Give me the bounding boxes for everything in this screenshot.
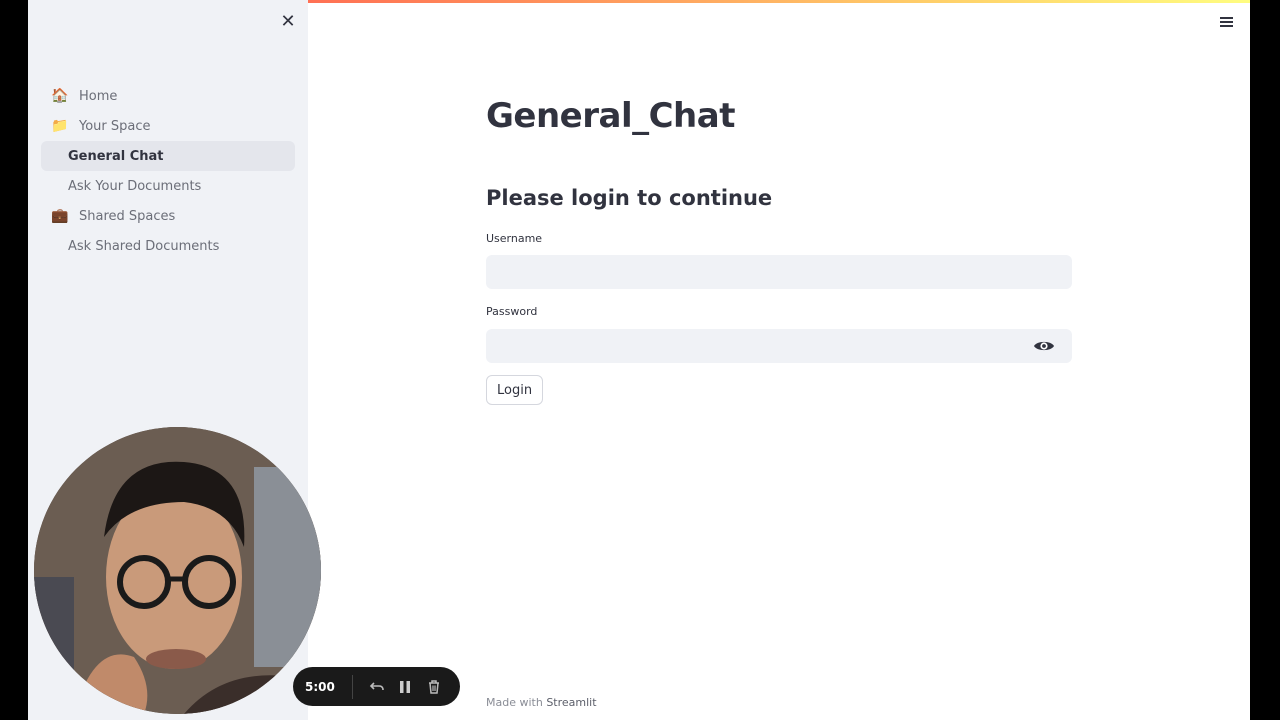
sidebar-item-label: Your Space [79, 118, 151, 134]
pause-recording-button[interactable] [396, 677, 414, 697]
main-menu-button[interactable] [1216, 12, 1236, 32]
page-title: General_Chat [486, 96, 735, 136]
sidebar-item-ask-your-documents[interactable]: Ask Your Documents [41, 171, 295, 201]
house-icon: 🏠 [51, 88, 69, 104]
recording-timer: 5:00 [305, 679, 335, 694]
sidebar-item-general-chat[interactable]: General Chat [41, 141, 295, 171]
hamburger-menu-icon [1216, 12, 1236, 27]
sidebar-item-shared-spaces[interactable]: 💼 Shared Spaces [41, 201, 295, 231]
sidebar-item-label: Home [79, 88, 118, 104]
close-sidebar-button[interactable]: ✕ [276, 10, 300, 34]
sidebar-item-your-space[interactable]: 📁 Your Space [41, 111, 295, 141]
show-password-button[interactable] [1032, 334, 1056, 358]
briefcase-icon: 💼 [51, 208, 69, 224]
close-icon: ✕ [280, 11, 296, 32]
password-label: Password [486, 305, 538, 318]
sidebar-item-label: General Chat [68, 148, 164, 164]
presenter-video [34, 427, 321, 714]
streamlit-link[interactable]: Streamlit [546, 696, 596, 709]
folder-icon: 📁 [51, 118, 69, 134]
delete-recording-button[interactable] [425, 677, 443, 697]
recording-controls: 5:00 [293, 667, 460, 706]
sidebar-item-ask-shared-documents[interactable]: Ask Shared Documents [41, 231, 295, 261]
undo-recording-button[interactable] [368, 677, 386, 697]
username-field[interactable] [486, 255, 1072, 289]
login-heading: Please login to continue [486, 186, 773, 210]
footer-text: Made with [486, 696, 547, 709]
eye-icon [1034, 341, 1054, 351]
sidebar-nav: 🏠 Home 📁 Your Space General Chat Ask You… [41, 81, 295, 261]
sidebar-item-label: Ask Shared Documents [68, 238, 220, 254]
trash-icon [428, 679, 439, 694]
sidebar-item-label: Ask Your Documents [68, 178, 202, 194]
sidebar-item-home[interactable]: 🏠 Home [41, 81, 295, 111]
undo-icon [369, 681, 384, 690]
webcam-overlay [34, 427, 321, 714]
footer: Made with Streamlit [486, 696, 597, 709]
username-label: Username [486, 232, 543, 245]
login-button[interactable]: Login [486, 375, 544, 405]
password-field[interactable] [486, 329, 1072, 363]
pause-icon [400, 680, 411, 693]
sidebar-item-label: Shared Spaces [79, 208, 176, 224]
divider [351, 674, 353, 699]
